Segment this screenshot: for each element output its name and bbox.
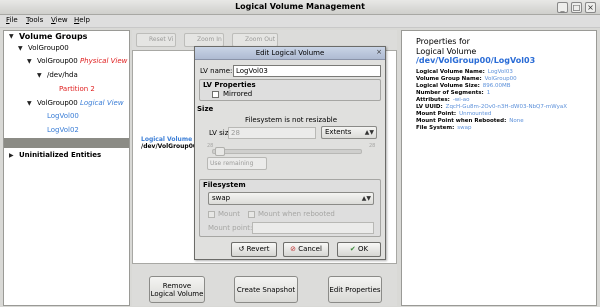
mount-point-label: Mount point: — [208, 224, 253, 232]
tree-lv-logvol00[interactable]: LogVol00 — [47, 112, 79, 120]
dialog-close-icon[interactable]: × — [375, 49, 383, 57]
slider-max-label: 28 — [369, 143, 376, 149]
tree-logical-view[interactable]: VolGroup00 Logical View — [37, 99, 124, 107]
property-row: Volume Group Name: VolGroup00 — [416, 76, 517, 82]
unit-select[interactable]: Extents ▲▼ — [321, 126, 377, 139]
tree-lv-logvol02[interactable]: LogVol02 — [47, 126, 79, 134]
edit-lv-dialog: Edit Logical Volume × LV name: LV Proper… — [194, 46, 386, 260]
properties-lv-path: /dev/VolGroup00/LogVol03 — [416, 56, 536, 65]
ok-button[interactable]: ✔ OK — [337, 242, 381, 257]
window-titlebar: Logical Volume Management _ □ × — [0, 0, 600, 15]
menu-tools[interactable]: Tools — [26, 16, 43, 24]
zoom-in-button[interactable]: Zoom In — [184, 33, 224, 47]
slider-knob[interactable] — [215, 147, 225, 156]
expander-down-icon[interactable]: ▼ — [27, 58, 32, 65]
tree-volume-groups[interactable]: Volume Groups — [19, 32, 87, 41]
zoom-out-button[interactable]: Zoom Out — [232, 33, 278, 47]
mirrored-checkbox[interactable] — [212, 91, 219, 98]
property-row: Logical Volume Name: LogVol03 — [416, 69, 513, 75]
revert-button[interactable]: ↺ Revert — [231, 242, 277, 257]
size-title: Size — [197, 105, 214, 113]
tree-pv-hda[interactable]: /dev/hda — [47, 71, 78, 79]
filesystem-group: Filesystem swap ▲▼ Mount Mount when reboo… — [199, 179, 381, 237]
expander-down-icon[interactable]: ▼ — [37, 72, 42, 79]
tree-partition[interactable]: Partition 2 — [59, 85, 95, 93]
mount-reboot-checkbox[interactable] — [248, 211, 255, 218]
property-row: Mount Point when Rebooted: None — [416, 118, 524, 124]
canvas-lv-label: Logical Volume — [141, 136, 193, 143]
mount-reboot-label: Mount when rebooted — [258, 210, 335, 218]
menu-file[interactable]: File — [6, 16, 18, 24]
create-snapshot-button[interactable]: Create Snapshot — [234, 276, 298, 303]
lv-name-input[interactable] — [233, 65, 381, 77]
remove-lv-button[interactable]: Remove Logical Volume — [149, 276, 205, 303]
lv-name-label: LV name: — [200, 67, 233, 75]
menu-view[interactable]: View — [51, 16, 68, 24]
tree-selected-row[interactable] — [4, 138, 129, 148]
size-group: Size Filesystem is not resizable LV size… — [197, 105, 381, 177]
reset-view-button[interactable]: Reset Vi — [136, 33, 176, 47]
volume-tree: ▼ Volume Groups ▼ VolGroup00 ▼ VolGroup0… — [3, 30, 130, 306]
property-row: Mount Point: Unmounted — [416, 111, 492, 117]
expander-down-icon[interactable]: ▼ — [18, 45, 23, 52]
cancel-button[interactable]: ⊘ Cancel — [283, 242, 329, 257]
maximize-icon[interactable]: □ — [571, 2, 582, 13]
expander-down-icon[interactable]: ▼ — [27, 100, 32, 107]
property-row: Attributes: -wi-ao — [416, 97, 470, 103]
mount-point-input[interactable] — [252, 222, 374, 234]
properties-panel: Properties for Logical Volume /dev/VolGr… — [401, 30, 597, 306]
filesystem-title: Filesystem — [203, 181, 246, 189]
properties-heading: Properties for — [416, 37, 470, 46]
menubar: File Tools View Help — [0, 15, 600, 28]
use-remaining-button[interactable]: Use remaining — [207, 157, 267, 170]
close-icon[interactable]: × — [585, 2, 596, 13]
mount-label: Mount — [218, 210, 240, 218]
tree-uninitialized[interactable]: Uninitialized Entities — [19, 151, 101, 159]
menu-help[interactable]: Help — [74, 16, 90, 24]
properties-subheading: Logical Volume — [416, 47, 477, 56]
tree-physical-view[interactable]: VolGroup00 Physical View — [37, 57, 127, 65]
lv-properties-title: LV Properties — [203, 81, 256, 89]
tree-volgroup[interactable]: VolGroup00 — [28, 44, 69, 52]
property-row: LV UUID: ZqcH-Gu8m-2Ov0-n3H-dW03-NbQ7-mWy… — [416, 104, 567, 110]
expander-down-icon[interactable]: ▼ — [9, 33, 14, 40]
window-title: Logical Volume Management — [235, 2, 365, 11]
edit-properties-button[interactable]: Edit Properties — [328, 276, 382, 303]
lv-size-slider[interactable] — [212, 147, 362, 156]
property-row: File System: swap — [416, 125, 472, 131]
expander-right-icon[interactable]: ▶ — [9, 152, 14, 159]
not-resizable-label: Filesystem is not resizable — [245, 116, 338, 124]
minimize-icon[interactable]: _ — [557, 2, 568, 13]
property-row: Number of Segments: 1 — [416, 90, 491, 96]
mount-checkbox[interactable] — [208, 211, 215, 218]
filesystem-select[interactable]: swap ▲▼ — [208, 192, 374, 205]
dialog-title: Edit Logical Volume — [195, 47, 385, 60]
property-row: Logical Volume Size: 896.00MB — [416, 83, 511, 89]
lv-size-input[interactable] — [228, 127, 316, 139]
mirrored-label: Mirrored — [223, 90, 253, 98]
lv-properties-group: LV Properties Mirrored — [199, 79, 381, 101]
